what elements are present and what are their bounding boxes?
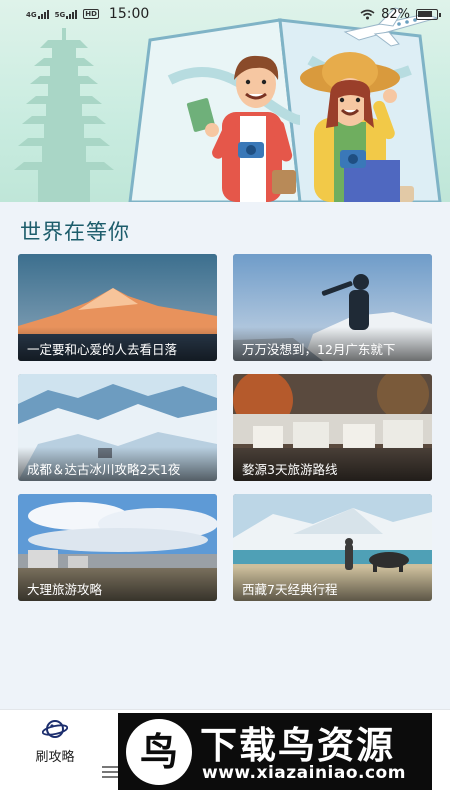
wifi-icon: [360, 9, 375, 19]
watermark-banner: 鸟 下载鸟资源 www.xiazainiao.com: [118, 713, 432, 790]
battery-icon: [416, 8, 441, 20]
tab-label: 刷攻略: [35, 750, 75, 765]
signal-4g-icon: 4G: [26, 9, 49, 19]
guide-card[interactable]: 西藏7天经典行程: [233, 494, 432, 601]
watermark-url: www.xiazainiao.com: [202, 763, 406, 783]
watermark-logo: 鸟: [126, 719, 192, 785]
guide-card[interactable]: 万万没想到，12月广东就下: [233, 254, 432, 361]
card-caption: 婺源3天旅游路线: [233, 447, 432, 481]
guide-card-grid: 一定要和心爱的人去看日落 万万没想到，12月广东就下 成都＆达古冰川攻略2天1夜: [18, 254, 432, 601]
network-type-right: 5G: [54, 10, 66, 19]
section-title: 世界在等你: [20, 220, 130, 244]
hero-banner: [0, 0, 450, 202]
guide-card[interactable]: 婺源3天旅游路线: [233, 374, 432, 481]
card-caption: 大理旅游攻略: [18, 567, 217, 601]
guide-card[interactable]: 成都＆达古冰川攻略2天1夜: [18, 374, 217, 481]
status-bar: 4G 5G HD 15:00 82%: [0, 0, 450, 28]
signal-5g-icon: 5G: [54, 9, 78, 19]
status-time: 15:00: [108, 6, 150, 22]
battery-percent: 82%: [381, 6, 410, 22]
hd-badge: HD: [83, 9, 99, 19]
hero-illustration: [14, 7, 442, 202]
card-caption: 成都＆达古冰川攻略2天1夜: [18, 447, 217, 481]
guide-card[interactable]: 一定要和心爱的人去看日落: [18, 254, 217, 361]
card-caption: 西藏7天经典行程: [233, 567, 432, 601]
card-caption: 万万没想到，12月广东就下: [233, 327, 432, 361]
watermark-title: 下载鸟资源: [200, 724, 395, 767]
watermark-logo-letter: 鸟: [140, 730, 178, 774]
network-type-left: 4G: [26, 10, 37, 19]
battery-level: [418, 10, 432, 17]
card-caption: 一定要和心爱的人去看日落: [18, 327, 217, 361]
planet-icon: [41, 720, 69, 738]
guide-card[interactable]: 大理旅游攻略: [18, 494, 217, 601]
tab-browse-guides[interactable]: 刷攻略: [22, 718, 88, 765]
menu-icon[interactable]: [102, 766, 118, 780]
